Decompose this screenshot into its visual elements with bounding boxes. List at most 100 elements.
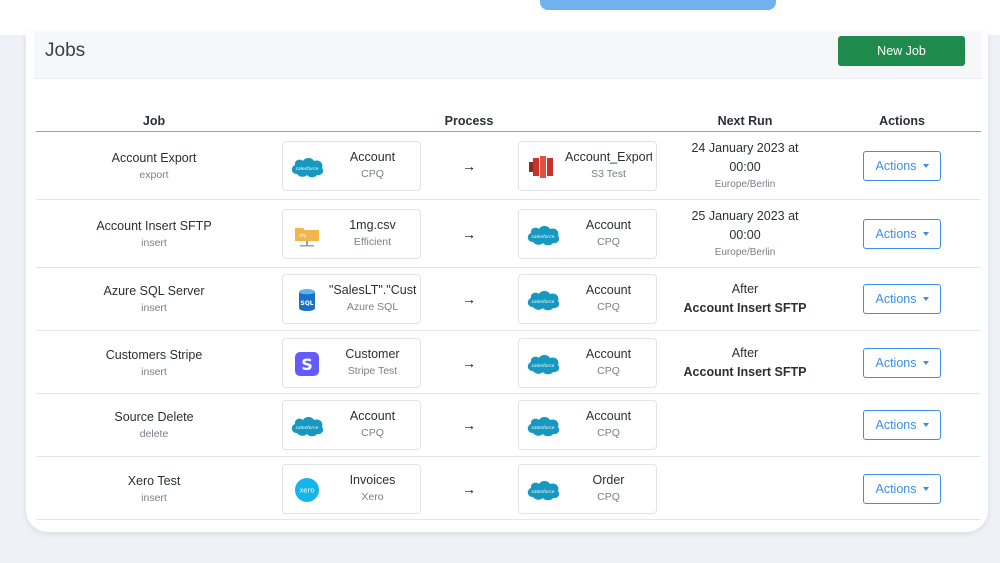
job-type: export (139, 169, 169, 181)
xero-icon (289, 477, 325, 503)
next-run: After Account Insert SFTP (684, 280, 807, 318)
process-target-title: Account (585, 218, 632, 232)
process-source-subtitle: Efficient (353, 236, 392, 248)
salesforce-icon (525, 413, 561, 439)
azure-sql-icon (289, 287, 325, 313)
caret-down-icon (922, 232, 929, 236)
process-target[interactable]: Account CPQ (518, 338, 657, 388)
new-job-button[interactable]: New Job (838, 36, 965, 66)
top-primary-button[interactable] (540, 0, 776, 10)
salesforce-icon (525, 222, 561, 248)
process-target[interactable]: Account_Export.c S3 Test (518, 141, 657, 191)
process-source-subtitle: Stripe Test (347, 365, 398, 377)
next-run-date: 25 January 2023 at (691, 209, 799, 223)
caret-down-icon (922, 487, 929, 491)
caret-down-icon (922, 164, 929, 168)
actions-label: Actions (875, 482, 917, 496)
actions-dropdown-button[interactable]: Actions (863, 348, 941, 378)
job-name: Source Delete (114, 410, 194, 424)
process-target[interactable]: Account CPQ (518, 274, 657, 324)
process-source[interactable]: Customer Stripe Test (282, 338, 421, 388)
table-row: Xero Test insert Invoices Xero → Order C… (36, 457, 981, 520)
process-source[interactable]: "SalesLT"."Custon Azure SQL (282, 274, 421, 324)
process-source[interactable]: Invoices Xero (282, 464, 421, 514)
table-row: Customers Stripe insert Customer Stripe … (36, 331, 981, 394)
caret-down-icon (922, 423, 929, 427)
process-source-subtitle: Xero (361, 491, 384, 503)
top-bar (0, 0, 1000, 35)
process-source-title: Invoices (349, 473, 396, 487)
actions-dropdown-button[interactable]: Actions (863, 284, 941, 314)
job-name: Xero Test (127, 474, 181, 488)
process-source[interactable]: Account CPQ (282, 400, 421, 450)
page-title: Jobs (45, 40, 86, 61)
next-run-date: 24 January 2023 at (691, 141, 799, 155)
actions-dropdown-button[interactable]: Actions (863, 410, 941, 440)
job-name: Account Insert SFTP (96, 219, 212, 233)
job-name: Azure SQL Server (103, 284, 205, 298)
process-source-title: Account (349, 150, 396, 164)
table-row: Account Insert SFTP insert 1mg.csv Effic… (36, 200, 981, 268)
table-row: Source Delete delete Account CPQ → Accou… (36, 394, 981, 457)
sftp-folder-icon (289, 222, 325, 248)
process-target-subtitle: CPQ (597, 365, 620, 377)
process-target-subtitle: CPQ (597, 236, 620, 248)
process-source[interactable]: 1mg.csv Efficient (282, 209, 421, 259)
process-target-title: Order (592, 473, 625, 487)
next-run-timezone: Europe/Berlin (714, 247, 776, 258)
process-target-title: Account (585, 283, 632, 297)
next-run-time: 00:00 (729, 160, 761, 174)
table-row: Account Export export Account CPQ → Acco… (36, 132, 981, 200)
actions-dropdown-button[interactable]: Actions (863, 219, 941, 249)
column-header-job: Job (142, 114, 166, 128)
stripe-icon (289, 351, 325, 377)
arrow-right-icon: → (462, 481, 476, 497)
process-target[interactable]: Account CPQ (518, 209, 657, 259)
salesforce-icon (289, 154, 325, 180)
caret-down-icon (922, 361, 929, 365)
actions-dropdown-button[interactable]: Actions (863, 151, 941, 181)
process-source[interactable]: Account CPQ (282, 141, 421, 191)
next-run-time: 00:00 (729, 228, 761, 242)
salesforce-icon (525, 477, 561, 503)
column-header-next-run: Next Run (717, 114, 773, 128)
job-type: insert (141, 366, 167, 378)
process-target-subtitle: CPQ (597, 427, 620, 439)
next-run-dependency: Account Insert SFTP (683, 365, 807, 379)
table-row: Azure SQL Server insert "SalesLT"."Custo… (36, 268, 981, 331)
job-cell: Account Export export (112, 151, 197, 181)
arrow-right-icon: → (462, 355, 476, 371)
next-run: After Account Insert SFTP (684, 344, 807, 382)
process-target-title: Account (585, 409, 632, 423)
job-type: insert (141, 302, 167, 314)
process-target[interactable]: Account CPQ (518, 400, 657, 450)
job-cell: Source Delete delete (114, 410, 193, 440)
arrow-right-icon: → (462, 291, 476, 307)
process-target-subtitle: CPQ (597, 491, 620, 503)
process-source-title: "SalesLT"."Custon (329, 283, 416, 297)
job-type: delete (139, 428, 169, 440)
process-source-subtitle: Azure SQL (346, 301, 399, 313)
process-target-subtitle: S3 Test (591, 168, 626, 180)
job-cell: Xero Test insert (128, 474, 181, 504)
salesforce-icon (525, 351, 561, 377)
process-source-subtitle: CPQ (361, 168, 384, 180)
column-header-actions: Actions (879, 114, 925, 128)
job-name: Customers Stripe (105, 348, 203, 362)
process-source-title: Account (349, 409, 396, 423)
process-target[interactable]: Order CPQ (518, 464, 657, 514)
actions-label: Actions (875, 159, 917, 173)
aws-s3-icon (525, 154, 561, 180)
card-header: Jobs New Job (34, 32, 982, 79)
actions-label: Actions (875, 227, 917, 241)
next-run-dependency: Account Insert SFTP (683, 301, 807, 315)
next-run-timezone: Europe/Berlin (714, 179, 776, 190)
actions-dropdown-button[interactable]: Actions (863, 474, 941, 504)
arrow-right-icon: → (462, 158, 476, 174)
next-run: 24 January 2023 at 00:00 Europe/Berlin (691, 139, 798, 193)
job-cell: Account Insert SFTP insert (96, 219, 211, 249)
arrow-right-icon: → (462, 417, 476, 433)
job-type: insert (141, 492, 167, 504)
actions-label: Actions (875, 356, 917, 370)
column-header-process: Process (444, 114, 494, 128)
